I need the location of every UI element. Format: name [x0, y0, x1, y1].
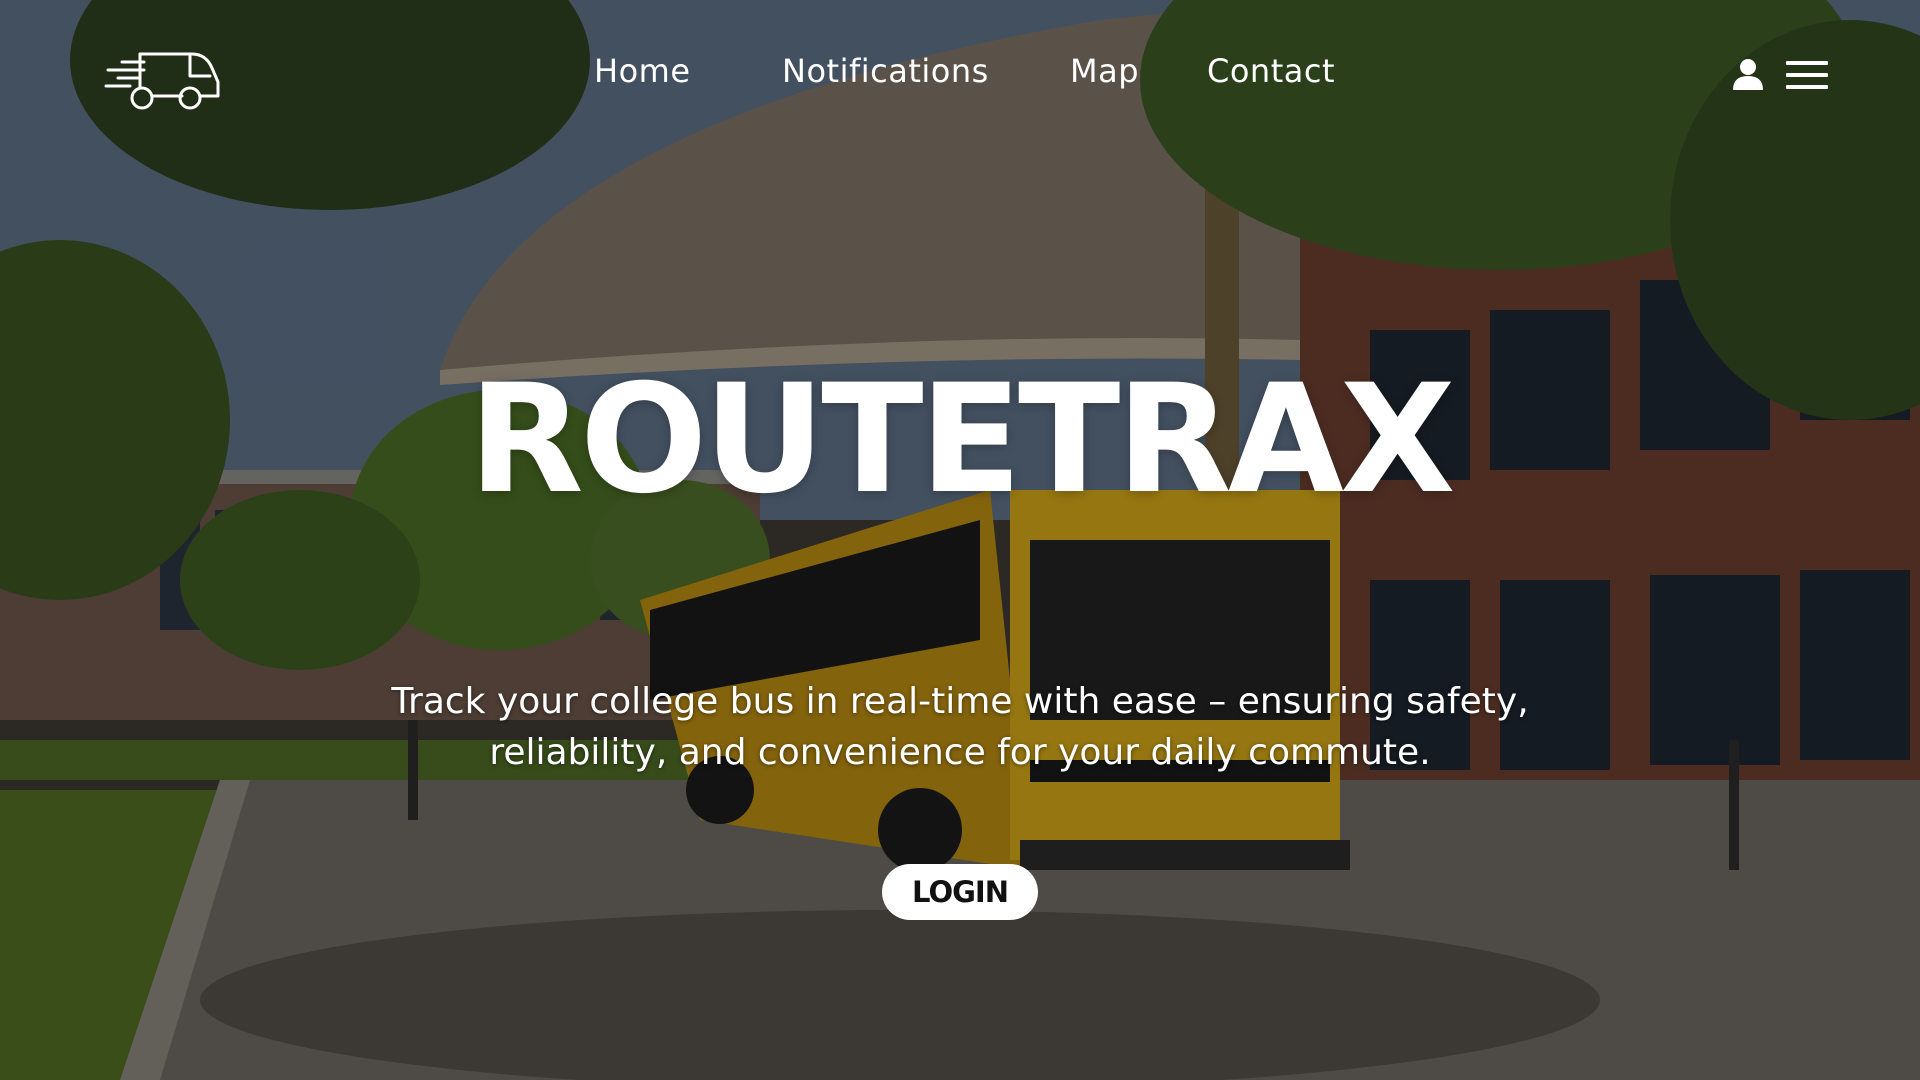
- site-header: Home Notifications Map Contact: [0, 0, 1920, 150]
- nav-notifications[interactable]: Notifications: [782, 52, 989, 90]
- hamburger-menu-icon[interactable]: [1784, 58, 1830, 92]
- hero-subtitle: Track your college bus in real-time with…: [330, 676, 1590, 778]
- hero-subtitle-line-2: reliability, and convenience for your da…: [489, 732, 1431, 773]
- nav-map[interactable]: Map: [1070, 52, 1139, 90]
- main-nav: Home Notifications Map Contact: [0, 52, 1920, 96]
- login-button[interactable]: LOGIN: [882, 864, 1038, 920]
- hero-subtitle-line-1: Track your college bus in real-time with…: [391, 681, 1529, 722]
- user-icon[interactable]: [1730, 56, 1766, 92]
- nav-contact[interactable]: Contact: [1207, 52, 1335, 90]
- nav-home[interactable]: Home: [594, 52, 691, 90]
- hero-title: ROUTETRAX: [468, 353, 1455, 527]
